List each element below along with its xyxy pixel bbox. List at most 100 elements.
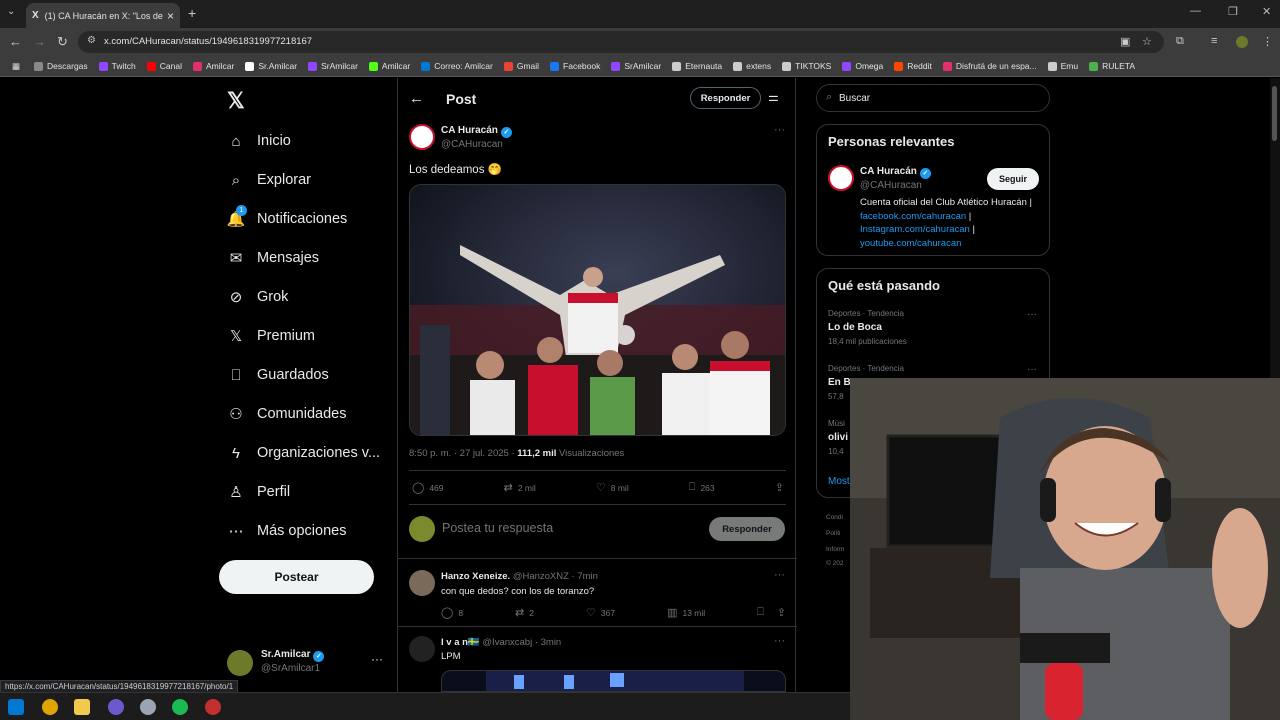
bookmark-item[interactable]: Eternauta bbox=[672, 61, 722, 71]
footer-link[interactable]: Condi bbox=[826, 514, 843, 521]
reply-submit-button[interactable]: Responder bbox=[709, 517, 785, 541]
obs-icon[interactable] bbox=[205, 699, 221, 715]
nav-item-premium[interactable]: 𝕏 Premium bbox=[227, 324, 315, 348]
reply-action[interactable]: ◯ 469 bbox=[412, 481, 444, 494]
windows-start-icon[interactable] bbox=[8, 699, 24, 715]
bookmark-item[interactable]: Omega bbox=[842, 61, 883, 71]
trend-name[interactable]: olivi bbox=[828, 432, 848, 443]
show-more-link[interactable]: Most bbox=[828, 476, 850, 487]
reply-input[interactable]: Postea tu respuesta bbox=[442, 521, 553, 535]
more-icon[interactable]: ··· bbox=[371, 652, 383, 666]
nav-item-guardados[interactable]: ⎕ Guardados bbox=[227, 363, 328, 387]
tab-search-icon[interactable]: ⌄ bbox=[7, 6, 15, 17]
bookmark-item[interactable]: Reddit bbox=[894, 61, 932, 71]
app-icon[interactable] bbox=[140, 699, 156, 715]
bookmark-item[interactable]: RULETA bbox=[1089, 61, 1135, 71]
relevant-name[interactable]: CA Huracán bbox=[860, 166, 917, 177]
follow-button[interactable]: Seguir bbox=[987, 168, 1039, 190]
like-action[interactable]: ♡ 8 mil bbox=[596, 481, 629, 494]
chrome-icon[interactable] bbox=[42, 699, 58, 715]
bookmark-item[interactable]: Disfrutá de un espa... bbox=[942, 61, 1037, 71]
close-tab-icon[interactable]: × bbox=[167, 9, 174, 23]
repost-action[interactable]: ⇄ 2 mil bbox=[504, 481, 536, 494]
footer-link[interactable]: Inform bbox=[826, 546, 844, 553]
bookmark-item[interactable]: Gmail bbox=[503, 61, 539, 71]
apps-icon[interactable]: ▦ bbox=[12, 61, 20, 72]
bookmark-item[interactable]: Twitch bbox=[98, 61, 136, 71]
browser-tab[interactable]: X (1) CA Huracán en X: "Los dedea × bbox=[26, 3, 180, 28]
site-info-icon[interactable]: ⚙ bbox=[87, 35, 96, 46]
avatar[interactable] bbox=[409, 636, 435, 662]
bookmark-item[interactable]: Amilcar bbox=[368, 61, 410, 71]
bookmark-item[interactable]: Sr.Amilcar bbox=[245, 61, 297, 71]
x-logo-icon[interactable]: 𝕏 bbox=[227, 88, 245, 114]
spotify-icon[interactable] bbox=[172, 699, 188, 715]
maximize-icon[interactable]: ❐ bbox=[1228, 5, 1238, 18]
profile-avatar[interactable] bbox=[1236, 36, 1248, 48]
bookmark-item[interactable]: extens bbox=[733, 61, 771, 71]
address-bar[interactable]: ⚙ x.com/CAHuracan/status/194961831997721… bbox=[78, 31, 1164, 53]
views-action[interactable]: ▥ 13 mil bbox=[667, 606, 705, 619]
reply-top-button[interactable]: Responder bbox=[690, 87, 761, 109]
youtube-link[interactable]: youtube.com/cahuracan bbox=[860, 238, 961, 249]
nav-item-organizaciones-v[interactable]: ϟ Organizaciones v... bbox=[227, 441, 380, 465]
bookmark-star-icon[interactable]: ☆ bbox=[1142, 35, 1152, 48]
avatar[interactable] bbox=[409, 570, 435, 596]
new-tab-icon[interactable]: + bbox=[188, 5, 196, 21]
bookmark-item[interactable]: Amilcar bbox=[192, 61, 234, 71]
instagram-link[interactable]: Instagram.com/cahuracan bbox=[860, 224, 970, 235]
bookmark-item[interactable]: Emu bbox=[1047, 61, 1078, 71]
close-window-icon[interactable]: ✕ bbox=[1262, 5, 1271, 18]
share-icon[interactable]: ⇪ bbox=[777, 606, 786, 619]
bookmark-action[interactable]: ⎕ ⇪ bbox=[757, 606, 786, 619]
post-timestamp[interactable]: 8:50 p. m. · 27 jul. 2025 · bbox=[409, 448, 517, 459]
sliders-icon[interactable]: ⚌ bbox=[768, 90, 779, 104]
nav-item-perfil[interactable]: ♙ Perfil bbox=[227, 480, 290, 504]
nav-item-notificaciones[interactable]: 🔔 1 Notificaciones bbox=[227, 205, 347, 231]
trend-name[interactable]: Lo de Boca bbox=[828, 322, 882, 333]
comment-more-icon[interactable]: ··· bbox=[774, 569, 785, 581]
comment-media[interactable] bbox=[441, 670, 786, 692]
post-button[interactable]: Postear bbox=[219, 560, 374, 594]
back-icon[interactable]: ← bbox=[9, 34, 22, 49]
bookmark-item[interactable]: SrAmilcar bbox=[611, 61, 661, 71]
comment-more-icon[interactable]: ··· bbox=[774, 635, 785, 647]
facebook-link[interactable]: facebook.com/cahuracan bbox=[860, 211, 966, 222]
bookmark-action[interactable]: ⎕ 263 bbox=[689, 481, 715, 494]
scrollbar-thumb[interactable] bbox=[1272, 86, 1277, 141]
account-switcher[interactable]: Sr.Amilcar ✓ @SrAmilcar1 ··· bbox=[227, 648, 387, 678]
nav-item-mensajes[interactable]: ✉ Mensajes bbox=[227, 246, 319, 270]
reply-action[interactable]: ◯ 8 bbox=[441, 606, 463, 619]
file-explorer-icon[interactable] bbox=[74, 699, 90, 715]
bookmark-item[interactable]: SrAmilcar bbox=[308, 61, 358, 71]
like-action[interactable]: ♡ 367 bbox=[586, 606, 615, 619]
avatar[interactable] bbox=[828, 165, 854, 191]
nav-item-más-opciones[interactable]: ⋯ Más opciones bbox=[227, 519, 347, 543]
nav-item-inicio[interactable]: ⌂ Inicio bbox=[227, 129, 290, 153]
app-icon[interactable] bbox=[108, 699, 124, 715]
author-avatar[interactable] bbox=[409, 124, 435, 150]
nav-item-comunidades[interactable]: ⚇ Comunidades bbox=[227, 402, 346, 426]
share-action[interactable]: ⇪ bbox=[775, 481, 784, 494]
repost-action[interactable]: ⇄ 2 bbox=[515, 606, 534, 619]
back-arrow-icon[interactable]: ← bbox=[409, 90, 424, 107]
bookmark-item[interactable]: Descargas bbox=[34, 61, 88, 71]
minimize-icon[interactable]: — bbox=[1190, 5, 1201, 17]
footer-link[interactable]: Políti bbox=[826, 530, 840, 537]
bookmark-item[interactable]: Correo: Amilcar bbox=[421, 61, 493, 71]
menu-icon[interactable]: ⋮ bbox=[1262, 35, 1273, 48]
author-handle[interactable]: @CAHuracan bbox=[441, 139, 503, 150]
nav-item-explorar[interactable]: ⌕ Explorar bbox=[227, 168, 311, 192]
post-photo[interactable] bbox=[409, 184, 786, 436]
cast-icon[interactable]: ▣ bbox=[1120, 35, 1130, 48]
search-input[interactable]: ⌕ Buscar bbox=[816, 84, 1050, 112]
bookmark-item[interactable]: TIKTOKS bbox=[782, 61, 831, 71]
trend-more-icon[interactable]: ··· bbox=[1027, 309, 1037, 320]
author-name[interactable]: CA Huracán bbox=[441, 125, 498, 136]
trend-name[interactable]: En B bbox=[828, 377, 851, 388]
trend-more-icon[interactable]: ··· bbox=[1027, 364, 1037, 375]
post-more-icon[interactable]: ··· bbox=[774, 124, 785, 136]
reload-icon[interactable]: ↻ bbox=[57, 34, 68, 50]
extensions-icon[interactable]: ⧉ bbox=[1176, 35, 1184, 48]
media-icon[interactable]: ≡ bbox=[1211, 35, 1217, 47]
